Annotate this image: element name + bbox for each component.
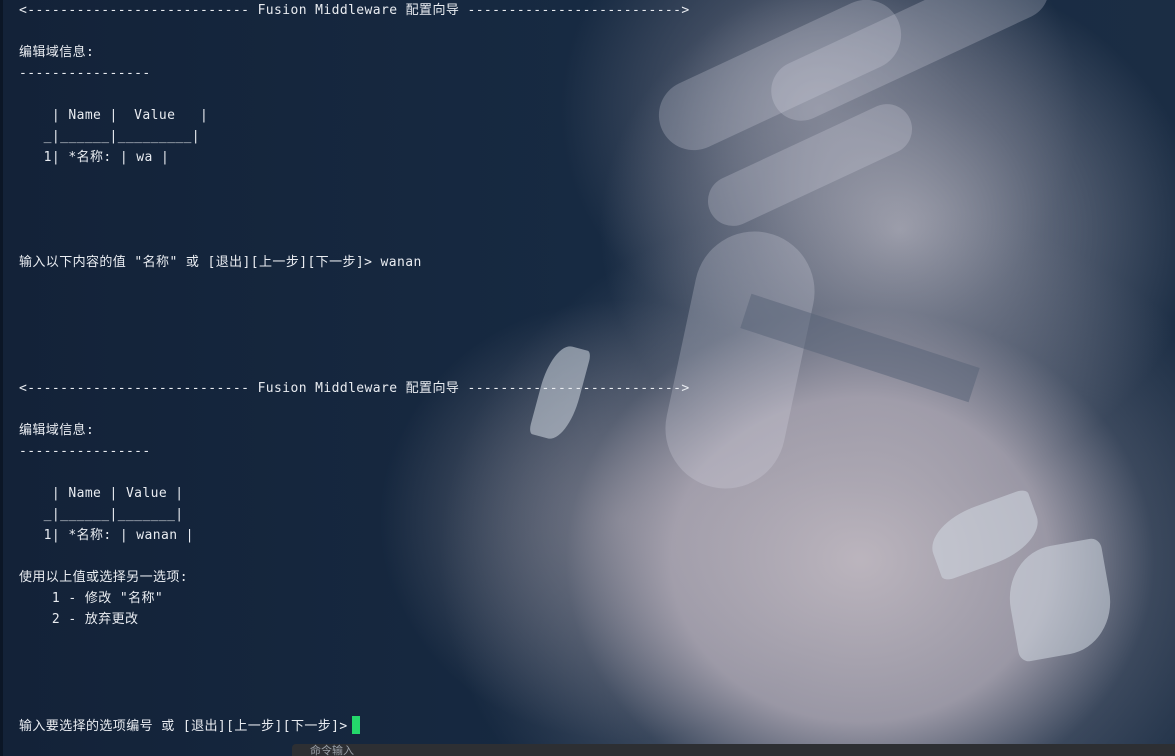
wizard-header: <--------------------------- Fusion Midd… [19,3,690,18]
table-header: | Name | Value | [19,486,184,501]
section-divider: ---------------- [19,444,151,459]
section-title: 编辑域信息: [19,423,95,438]
command-input-hint: 命令输入 [310,744,354,756]
text-cursor [351,716,360,734]
table-row: 1| *名称: | wanan | [19,528,194,543]
section-divider: ---------------- [19,66,151,81]
command-input-bar[interactable]: 命令输入 [292,744,1175,756]
active-prompt-row[interactable]: 输入要选择的选项编号 或 [退出][上一步][下一步]> [19,716,360,735]
option-item: 2 - 放弃更改 [19,612,139,627]
wizard-header: <--------------------------- Fusion Midd… [19,381,690,396]
table-separator: _|______|_______| [19,507,184,522]
window-edge [0,0,3,756]
table-row: 1| *名称: | wa | [19,150,170,165]
terminal-window[interactable]: <--------------------------- Fusion Midd… [0,0,1175,756]
active-prompt: 输入要选择的选项编号 或 [退出][上一步][下一步]> [19,719,348,734]
section-title: 编辑域信息: [19,45,95,60]
options-title: 使用以上值或选择另一选项: [19,570,189,585]
table-header: | Name | Value | [19,108,209,123]
option-item: 1 - 修改 "名称" [19,591,164,606]
table-separator: _|______|_________| [19,129,200,144]
command-prompt: 输入以下内容的值 "名称" 或 [退出][上一步][下一步]> wanan [19,255,422,270]
